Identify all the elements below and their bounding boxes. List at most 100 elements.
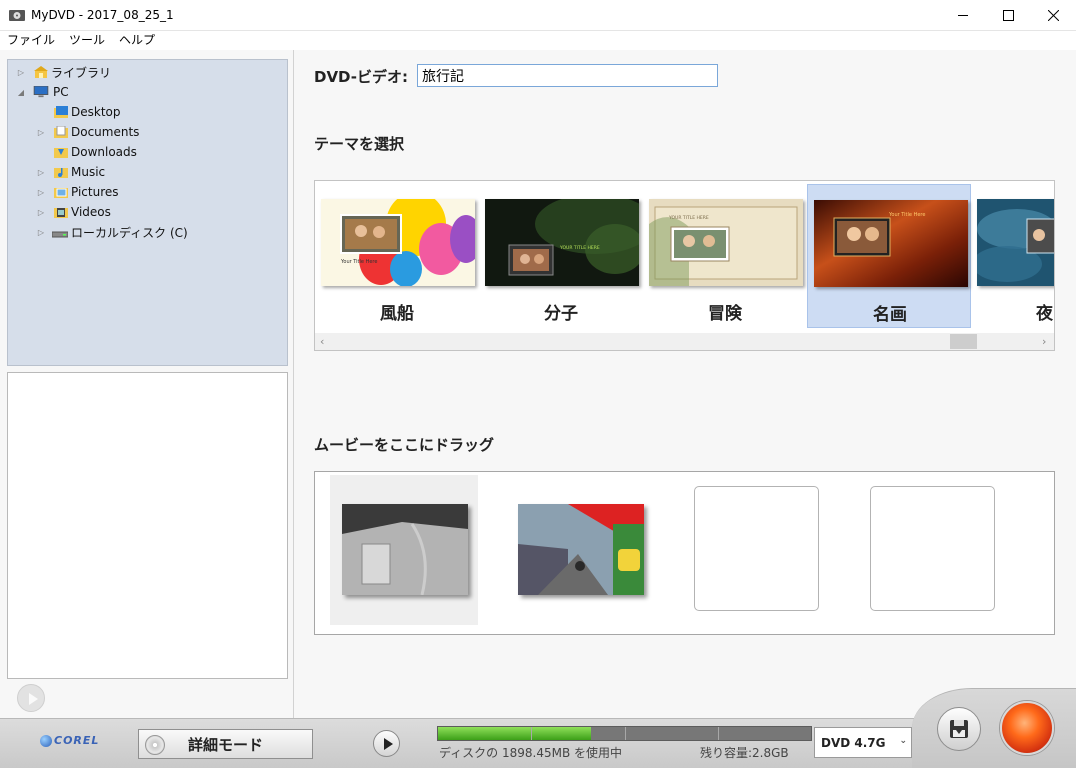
thumb-caption: Your Title Here: [888, 212, 925, 218]
app-icon: [9, 10, 25, 21]
disc-type-value: DVD 4.7G: [821, 735, 886, 750]
theme-label: 風船: [380, 304, 414, 324]
tree-item-documents[interactable]: ▷ Documents: [36, 122, 140, 142]
disc-icon: [145, 735, 165, 755]
theme-label: 夜の: [1036, 304, 1054, 324]
documents-folder-icon: [54, 126, 68, 138]
capacity-tick: [531, 727, 532, 740]
theme-thumbnail: YOUR TITLE HERE: [649, 199, 803, 286]
menu-file[interactable]: ファイル: [0, 31, 62, 50]
expand-arrow-icon[interactable]: ▷: [36, 228, 46, 237]
tree-item-label: Music: [71, 165, 106, 179]
capacity-tick: [718, 727, 719, 740]
burn-disc-button[interactable]: [1000, 701, 1054, 755]
library-tree-panel: ▷ ライブラリ ◢ PC Desktop ▷ Documents Downloa…: [7, 59, 288, 366]
expand-arrow-icon[interactable]: ▷: [16, 68, 26, 77]
save-project-button[interactable]: [937, 707, 981, 751]
theme-item-balloon[interactable]: Your Title Here 風船: [315, 184, 479, 328]
thumb-caption: Your Title Here: [340, 259, 377, 265]
dvd-title-input[interactable]: 旅行記: [417, 64, 718, 87]
clip-slot-2[interactable]: [506, 475, 654, 625]
thumb-caption: YOUR TITLE HERE: [668, 215, 709, 221]
folder-icon: [54, 106, 68, 118]
theme-item-masterpiece[interactable]: Your Title Here 名画: [807, 184, 971, 328]
downloads-folder-icon: [54, 148, 68, 158]
tree-item-label: PC: [53, 85, 69, 99]
tree-item-videos[interactable]: ▷ Videos: [36, 202, 111, 222]
theme-gallery: Your Title Here 風船 YOUR TITLE HERE 分子 YO…: [314, 180, 1055, 351]
tree-item-desktop[interactable]: Desktop: [54, 102, 121, 122]
theme-label: 名画: [873, 305, 907, 325]
theme-thumbnail: [977, 199, 1054, 286]
theme-item-molecule[interactable]: YOUR TITLE HERE 分子: [479, 184, 643, 328]
tree-item-local-disk[interactable]: ▷ ローカルディスク (C): [36, 222, 188, 242]
maximize-icon: [1002, 10, 1014, 21]
clip-slot-1[interactable]: [330, 475, 478, 625]
capacity-free-text: 残り容量:2.8GB: [700, 746, 789, 760]
clip-slot-4-empty[interactable]: [870, 486, 995, 611]
tree-item-label: Videos: [71, 205, 111, 219]
theme-item-night[interactable]: 夜の: [971, 184, 1054, 328]
scroll-right-icon[interactable]: ›: [1042, 335, 1046, 348]
preview-play-button[interactable]: [17, 684, 45, 712]
tree-item-label: Documents: [71, 125, 140, 139]
maximize-button[interactable]: [985, 0, 1031, 31]
tree-item-label: ローカルディスク (C): [71, 225, 188, 240]
movie-drop-area[interactable]: [314, 471, 1055, 635]
thumb-caption: YOUR TITLE HERE: [559, 245, 600, 251]
tree-item-downloads[interactable]: Downloads: [54, 142, 137, 162]
menu-help[interactable]: ヘルプ: [112, 31, 162, 50]
theme-thumbnail: Your Title Here: [321, 199, 475, 286]
theme-thumbnail: Your Title Here: [814, 200, 968, 287]
expand-arrow-icon[interactable]: ▷: [36, 168, 46, 177]
collapse-arrow-icon[interactable]: ◢: [16, 88, 26, 97]
videos-folder-icon: [54, 208, 68, 218]
expand-arrow-icon[interactable]: ▷: [36, 208, 46, 217]
tree-item-library[interactable]: ▷ ライブラリ: [16, 62, 111, 82]
movie-section-title: ムービーをここにドラッグ: [314, 436, 495, 454]
capacity-used-text: ディスクの 1898.45MB を使用中: [439, 746, 622, 760]
library-icon: [34, 66, 48, 78]
drive-icon: [52, 231, 68, 238]
scrollbar-thumb[interactable]: [950, 334, 977, 349]
play-preview-button[interactable]: [373, 730, 400, 757]
window-title: MyDVD - 2017_08_25_1: [31, 8, 174, 22]
minimize-button[interactable]: [940, 0, 986, 31]
tree-item-music[interactable]: ▷ Music: [36, 162, 105, 182]
tree-item-pc[interactable]: ◢ PC: [16, 82, 69, 102]
corel-logo-text: COREL: [54, 734, 100, 747]
tree-item-label: Downloads: [71, 145, 137, 159]
theme-label: 分子: [544, 304, 578, 324]
save-disk-icon: [950, 720, 968, 738]
theme-thumbnail: YOUR TITLE HERE: [485, 199, 639, 286]
theme-scrollbar[interactable]: ‹ ›: [315, 333, 1054, 350]
preview-panel: [7, 372, 288, 679]
disc-type-select[interactable]: DVD 4.7G ⌄: [814, 727, 912, 758]
expand-arrow-icon[interactable]: ▷: [36, 188, 46, 197]
expand-arrow-icon[interactable]: ▷: [36, 128, 46, 137]
close-icon: [1047, 10, 1059, 21]
tree-item-label: Desktop: [71, 105, 121, 119]
close-button[interactable]: [1030, 0, 1076, 31]
minimize-icon: [957, 15, 968, 16]
menu-tools[interactable]: ツール: [62, 31, 112, 50]
disc-capacity-bar: [437, 726, 812, 741]
pane-splitter[interactable]: [293, 50, 294, 718]
clip-thumbnail: [518, 504, 644, 595]
scroll-left-icon[interactable]: ‹: [320, 335, 324, 348]
tree-item-pictures[interactable]: ▷ Pictures: [36, 182, 119, 202]
advanced-mode-label: 詳細モード: [187, 735, 263, 754]
theme-label: 冒険: [708, 304, 742, 324]
tree-item-label: Pictures: [71, 185, 119, 199]
music-folder-icon: [54, 168, 68, 178]
computer-icon: [33, 86, 49, 98]
tree-item-label: ライブラリ: [51, 65, 112, 80]
pictures-folder-icon: [54, 188, 68, 198]
dvd-title-label: DVD-ビデオ:: [314, 68, 409, 86]
capacity-tick: [625, 727, 626, 740]
advanced-mode-button[interactable]: 詳細モード: [138, 729, 313, 759]
clip-slot-3-empty[interactable]: [694, 486, 819, 611]
title-bar: MyDVD - 2017_08_25_1: [0, 0, 1076, 31]
chevron-down-icon: ⌄: [899, 736, 907, 746]
theme-item-adventure[interactable]: YOUR TITLE HERE 冒険: [643, 184, 807, 328]
